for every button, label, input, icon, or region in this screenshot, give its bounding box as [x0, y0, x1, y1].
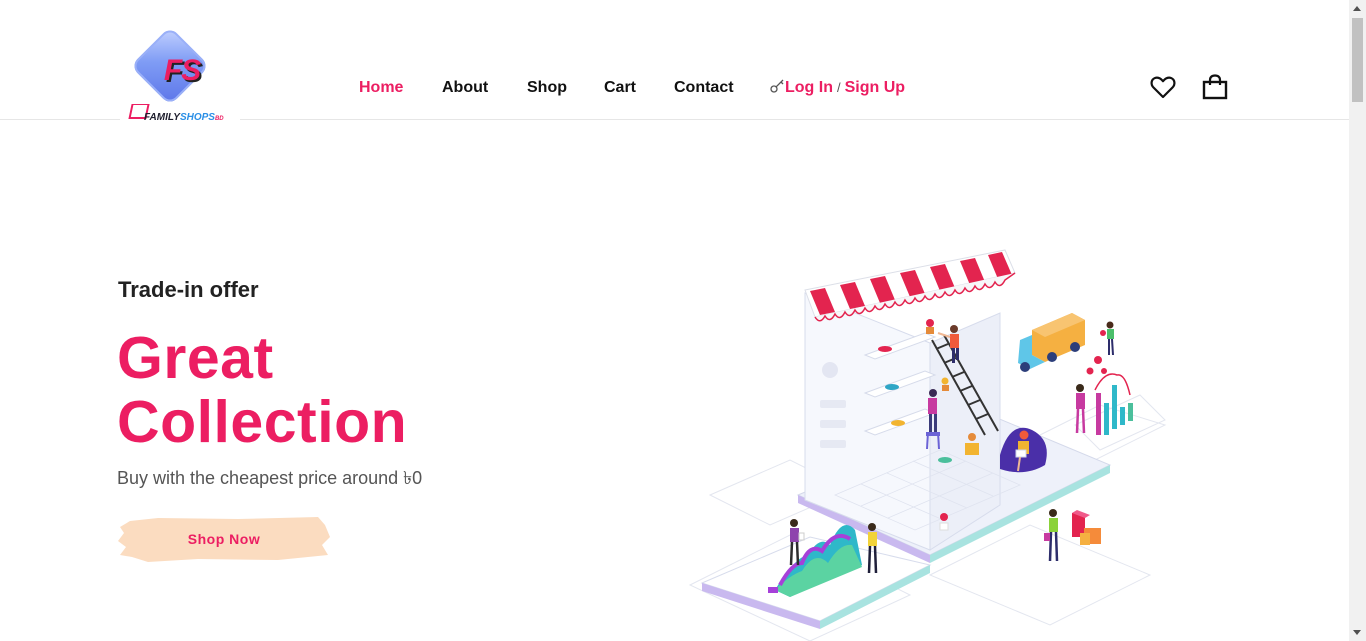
- heart-icon: [1150, 76, 1176, 99]
- page-scrollbar[interactable]: [1349, 0, 1366, 641]
- cart-bag-button[interactable]: [1201, 73, 1229, 101]
- logo-word-bd: BD: [214, 116, 224, 122]
- logo-word-family: FAMILY: [144, 112, 180, 123]
- auth-links: Log In / Sign Up: [770, 79, 905, 97]
- logo-wordmark: FAMILYSHOPSBD: [144, 112, 224, 123]
- key-icon: [770, 79, 784, 93]
- shop-now-button[interactable]: Shop Now: [118, 515, 330, 563]
- signup-link[interactable]: Sign Up: [845, 79, 905, 96]
- hero-description: Buy with the cheapest price around ৳0: [117, 468, 423, 488]
- site-header: FS FAMILYSHOPSBD Home About Shop Cart Co…: [0, 0, 1349, 134]
- hero-title: Great Collection: [117, 326, 407, 454]
- scrollbar-thumb[interactable]: [1352, 18, 1363, 102]
- hero-illustration: [688, 249, 1167, 641]
- hero-title-line1: Great: [117, 325, 274, 391]
- wishlist-button[interactable]: [1149, 73, 1177, 101]
- logo[interactable]: FS FAMILYSHOPSBD: [120, 26, 240, 134]
- login-link[interactable]: Log In: [785, 79, 833, 96]
- scroll-down-arrow-icon[interactable]: [1353, 630, 1361, 635]
- nav-shop[interactable]: Shop: [527, 79, 567, 97]
- nav-contact[interactable]: Contact: [674, 79, 734, 97]
- nav-about[interactable]: About: [442, 79, 488, 97]
- hero-subtitle: Trade-in offer: [118, 277, 259, 302]
- auth-separator: /: [836, 80, 841, 95]
- nav-cart[interactable]: Cart: [604, 79, 636, 97]
- logo-letters: FS: [163, 54, 201, 87]
- shopping-bag-icon: [1202, 74, 1228, 100]
- logo-word-shops: SHOPS: [179, 112, 215, 123]
- hero-title-line2: Collection: [117, 389, 408, 455]
- nav-home[interactable]: Home: [359, 79, 403, 97]
- scroll-up-arrow-icon[interactable]: [1353, 6, 1361, 11]
- shop-now-label: Shop Now: [187, 531, 261, 547]
